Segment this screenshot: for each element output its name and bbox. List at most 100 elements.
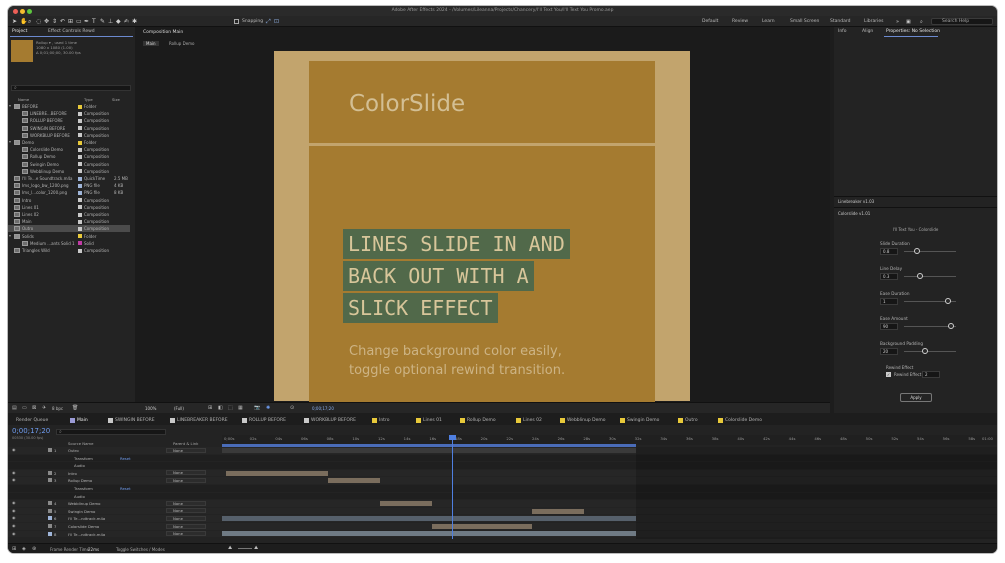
project-item[interactable]: Main Composition (8, 218, 130, 225)
visibility-eye-icon[interactable]: ◉ (12, 523, 16, 528)
shape-tool-icon[interactable]: ▭ (76, 18, 82, 25)
property-value-field[interactable]: 1 (880, 298, 898, 305)
layer-duration-bar[interactable] (380, 500, 432, 506)
orbit-tool-icon[interactable]: ◌ (36, 18, 41, 25)
workspace-small-screen[interactable]: Small Screen (790, 19, 819, 24)
workspace-standard[interactable]: Standard (830, 19, 850, 24)
project-item[interactable]: Colorslide Demo Composition (8, 146, 130, 153)
timeline-tab[interactable]: Lines 01 (423, 418, 442, 423)
dolly-tool-icon[interactable]: ⇕ (52, 18, 57, 25)
label-color-swatch[interactable] (78, 147, 82, 152)
layer-duration-bar[interactable] (222, 531, 636, 537)
label-color-swatch[interactable] (78, 118, 82, 123)
project-item[interactable]: ▾ Demo Folder (8, 139, 130, 146)
timeline-tab[interactable]: Outro (685, 418, 698, 423)
transparency-grid-icon[interactable]: ▦ (238, 405, 243, 411)
label-color-swatch[interactable] (78, 169, 82, 174)
layer-duration-bar[interactable] (532, 508, 584, 514)
layer-duration-bar[interactable] (226, 470, 328, 476)
tab-project[interactable]: Project (12, 29, 27, 34)
parent-link-select[interactable]: None (166, 500, 206, 506)
project-item[interactable]: Webblinup Demo Composition (8, 168, 130, 175)
interpret-footage-icon[interactable]: ▤ (12, 405, 17, 411)
column-name[interactable]: Name (18, 97, 29, 102)
toggle-switches-modes[interactable]: Toggle Switches / Modes (116, 547, 165, 552)
visibility-eye-icon[interactable]: ◉ (12, 447, 16, 452)
hand-tool-icon[interactable]: ✋ (20, 18, 27, 25)
visibility-eye-icon[interactable]: ◉ (12, 515, 16, 520)
layer-name[interactable]: Transform (74, 456, 93, 461)
layer-name[interactable]: Swingin Demo (68, 509, 95, 514)
label-color-swatch[interactable] (78, 241, 82, 246)
property-slider-track[interactable] (904, 251, 956, 252)
snapping-checkbox[interactable] (234, 19, 239, 24)
layer-label-swatch[interactable] (48, 478, 52, 483)
timeline-search-input[interactable]: ⌕ (56, 429, 166, 435)
label-color-swatch[interactable] (78, 183, 82, 188)
snapshot-icon[interactable]: ⊙ (290, 405, 294, 411)
project-item[interactable]: LINEBRE...BEFORE Composition (8, 110, 130, 117)
layer-duration-bar[interactable] (432, 523, 532, 529)
layer-name[interactable]: Transform (74, 486, 93, 491)
label-color-swatch[interactable] (78, 162, 82, 167)
layer-label-swatch[interactable] (48, 508, 52, 513)
label-color-swatch[interactable] (78, 176, 82, 181)
parent-link-select[interactable]: None (166, 470, 206, 476)
linebreaker-panel-title[interactable]: Linebreaker v1.03 (838, 199, 874, 204)
project-item[interactable]: ROLLUP BEFORE Composition (8, 117, 130, 124)
layer-name[interactable]: Colorslide Demo (68, 524, 99, 529)
timeline-tab[interactable]: Intro (379, 418, 389, 423)
fast-preview-icon[interactable]: ⊞ (208, 405, 212, 411)
layer-name[interactable]: Webblinup Demo (68, 501, 101, 506)
roto-brush-tool-icon[interactable]: ✍ (124, 18, 129, 25)
label-color-swatch[interactable] (78, 219, 82, 224)
project-item[interactable]: I'll Te...e Soundtrack.m4a QuickTime 2.5 M… (8, 175, 130, 182)
timeline-tab[interactable]: Swingin Demo (627, 418, 659, 423)
project-item[interactable]: Intro Composition (8, 197, 130, 204)
pen-tool-icon[interactable]: ✒ (84, 18, 89, 25)
project-item[interactable]: Lines 01 Composition (8, 204, 130, 211)
disclosure-triangle-icon[interactable]: ▾ (9, 139, 11, 144)
timeline-tab[interactable]: Webblinup Demo (567, 418, 606, 423)
timeline-tab[interactable]: SWINGIN BEFORE (115, 418, 155, 423)
resolution-select[interactable]: (Full) (174, 406, 184, 411)
share-icon[interactable]: ▣ (906, 19, 911, 25)
timeline-tab[interactable]: ROLLUP BEFORE (249, 418, 286, 423)
pan-tool-icon[interactable]: ✥ (44, 18, 49, 25)
project-item[interactable]: ▾ BEFORE Folder (8, 103, 130, 110)
timeline-tab[interactable]: WORKBLUP BEFORE (311, 418, 356, 423)
draft-3d-icon[interactable]: ⊛ (32, 546, 36, 552)
layer-label-swatch[interactable] (48, 470, 52, 475)
column-parent-link[interactable]: Parent & Link (173, 441, 198, 446)
layer-duration-bar[interactable] (222, 516, 636, 522)
snap-options-icon[interactable]: ⤢ (266, 18, 271, 26)
project-item[interactable]: WORKBLUP BEFORE Composition (8, 132, 130, 139)
property-slider-track[interactable] (904, 351, 956, 352)
property-slider-track[interactable] (904, 276, 956, 277)
project-item[interactable]: Ims_l...color_1200.png PNG file 8 KB (8, 189, 130, 196)
tab-properties[interactable]: Properties: No Selection (886, 29, 940, 34)
layer-duration-bar[interactable] (328, 478, 380, 484)
layer-name[interactable]: I'll Te...ndtrack.m4a (68, 516, 105, 521)
send-icon[interactable]: ✈ (42, 405, 46, 411)
search-icon[interactable]: ⌕ (920, 19, 923, 25)
reset-link[interactable]: Reset (120, 456, 131, 461)
layer-label-swatch[interactable] (48, 516, 52, 521)
layer-label-swatch[interactable] (48, 501, 52, 506)
parent-link-select[interactable]: None (166, 477, 206, 483)
timeline-tab[interactable]: LINEBREAKER BEFORE (177, 418, 228, 423)
project-search-input[interactable]: ⌕ (11, 85, 131, 91)
puppet-tool-icon[interactable]: ✱ (132, 18, 137, 25)
workspace-overflow-icon[interactable]: » (896, 19, 899, 25)
project-item[interactable]: Outro Composition (8, 225, 130, 233)
column-size[interactable]: Size (112, 97, 120, 102)
label-color-swatch[interactable] (78, 133, 82, 138)
tab-align[interactable]: Align (862, 29, 873, 34)
render-icon[interactable]: ◈ (22, 546, 26, 552)
parent-link-select[interactable]: None (166, 515, 206, 521)
visibility-eye-icon[interactable]: ◉ (12, 477, 16, 482)
label-color-swatch[interactable] (78, 205, 82, 210)
label-color-swatch[interactable] (78, 212, 82, 217)
search-help-input[interactable]: Search Help (931, 18, 993, 25)
rewind-value-field[interactable]: 2 (922, 371, 940, 378)
